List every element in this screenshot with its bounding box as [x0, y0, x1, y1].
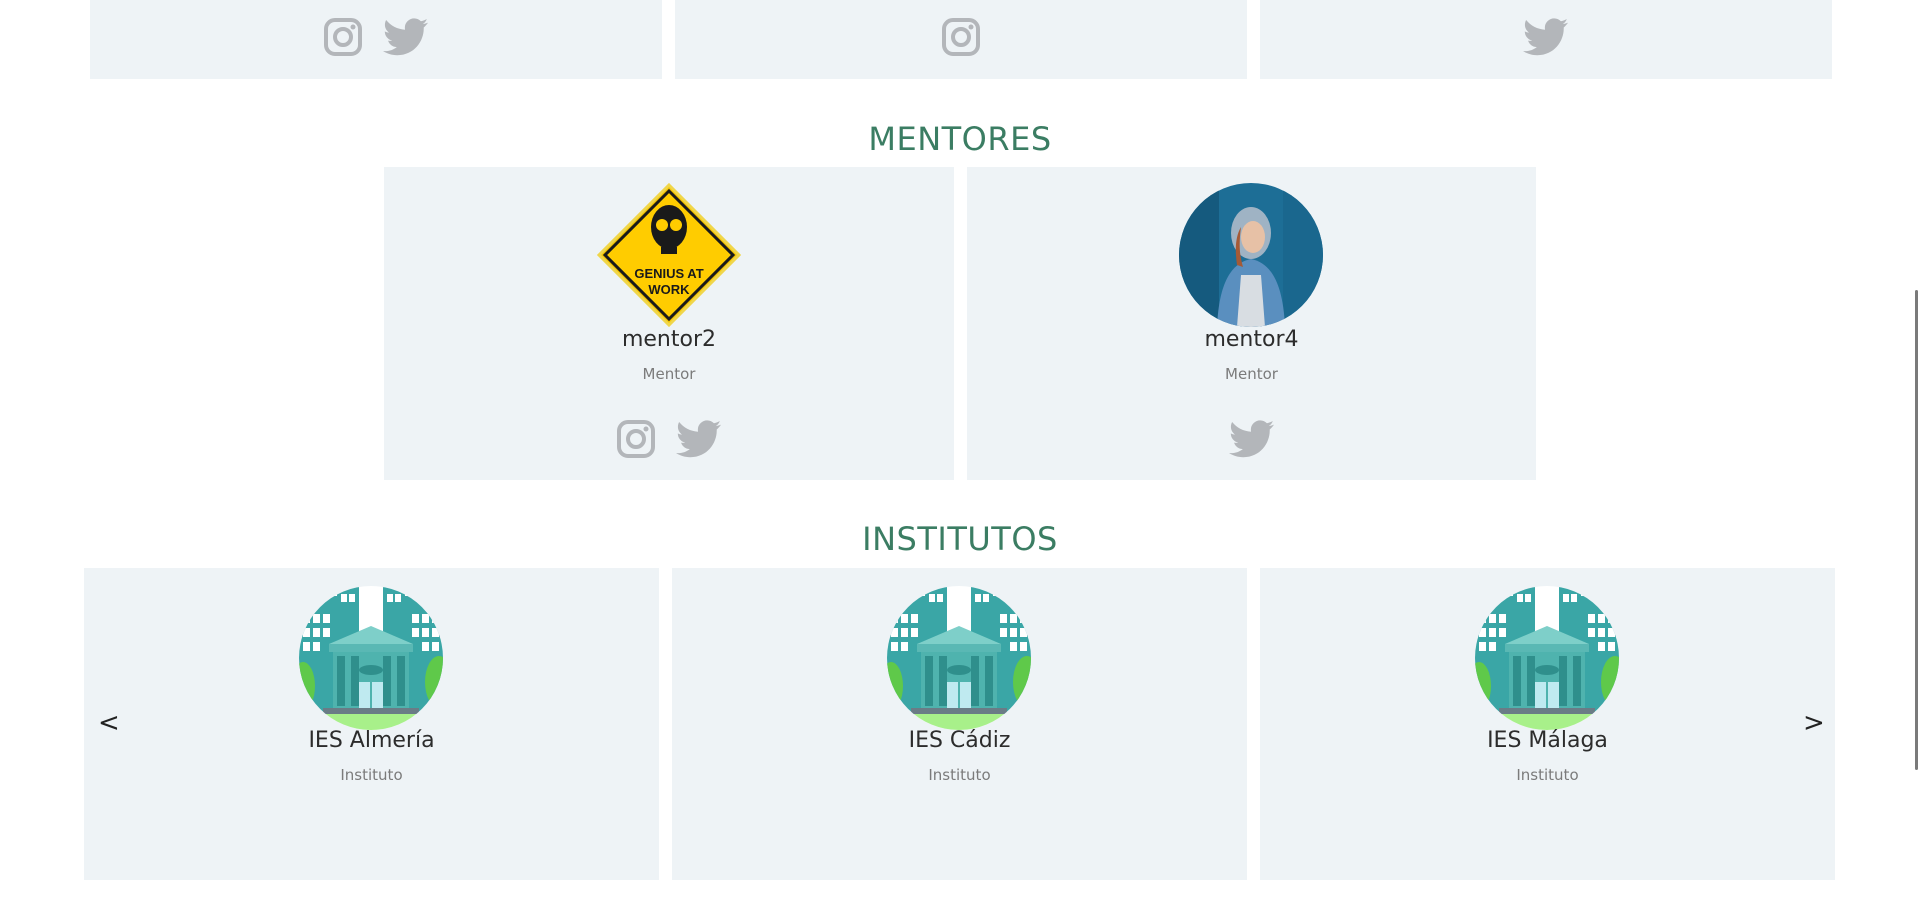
- institute-card[interactable]: IES Málaga Instituto >: [1260, 568, 1835, 880]
- instagram-icon[interactable]: [323, 17, 363, 61]
- scrollbar[interactable]: [1912, 0, 1920, 903]
- carousel-next-button[interactable]: >: [1803, 708, 1825, 738]
- carousel-prev-button[interactable]: <: [98, 708, 120, 738]
- twitter-icon[interactable]: [676, 419, 722, 463]
- institute-role: Instituto: [1516, 766, 1579, 784]
- mentor-avatar: [1179, 183, 1323, 327]
- institute-avatar: [299, 586, 443, 730]
- scrollbar-thumb[interactable]: [1915, 290, 1918, 770]
- mentor-role: Mentor: [1225, 365, 1278, 383]
- svg-text:WORK: WORK: [648, 282, 690, 297]
- institutes-section-title: INSTITUTOS: [862, 520, 1058, 558]
- profile-card: [675, 0, 1247, 79]
- institute-name: IES Cádiz: [908, 728, 1011, 753]
- twitter-icon[interactable]: [1523, 17, 1569, 61]
- svg-text:GENIUS AT: GENIUS AT: [634, 266, 703, 281]
- mentors-section-title: MENTORES: [868, 120, 1052, 158]
- mentor-card[interactable]: mentor4 Mentor: [967, 167, 1536, 480]
- profile-card: [90, 0, 662, 79]
- mentor-name: mentor4: [1204, 327, 1299, 352]
- twitter-icon[interactable]: [1229, 419, 1275, 463]
- institute-name: IES Málaga: [1487, 728, 1608, 753]
- institute-card[interactable]: IES Cádiz Instituto: [672, 568, 1247, 880]
- profile-card: [1260, 0, 1832, 79]
- institute-avatar: [887, 586, 1031, 730]
- genius-at-work-sign: GENIUS AT WORK: [596, 182, 742, 328]
- institute-card[interactable]: IES Almería Instituto <: [84, 568, 659, 880]
- institute-role: Instituto: [928, 766, 991, 784]
- institute-role: Instituto: [340, 766, 403, 784]
- twitter-icon[interactable]: [383, 17, 429, 61]
- instagram-icon[interactable]: [616, 419, 656, 463]
- instagram-icon[interactable]: [941, 17, 981, 61]
- mentor-role: Mentor: [642, 365, 696, 383]
- mentor-card[interactable]: GENIUS AT WORK mentor2 Mentor: [384, 167, 954, 480]
- mentor-name: mentor2: [621, 327, 717, 352]
- institute-avatar: [1475, 586, 1619, 730]
- mentor-avatar: GENIUS AT WORK: [596, 182, 742, 328]
- institute-name: IES Almería: [308, 728, 435, 753]
